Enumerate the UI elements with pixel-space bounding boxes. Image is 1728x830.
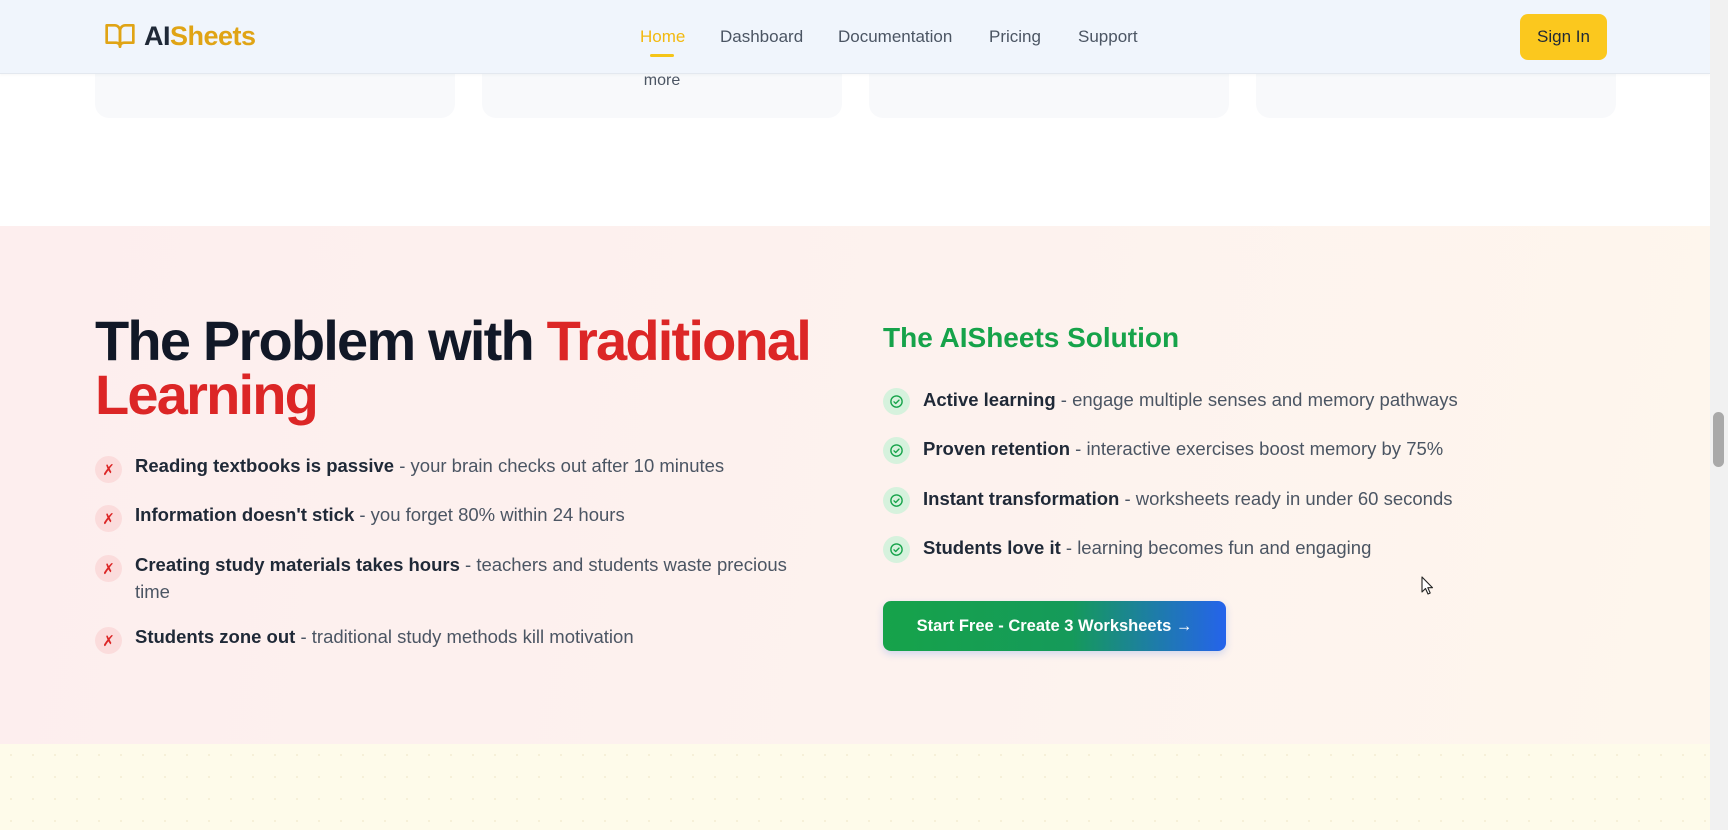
problem-item-bold: Creating study materials takes hours — [135, 554, 460, 575]
start-free-button[interactable]: Start Free - Create 3 Worksheets → — [883, 601, 1226, 651]
problem-item-text: Reading textbooks is passive - your brai… — [135, 452, 724, 483]
check-circle-icon — [883, 536, 910, 563]
logo-text-sheets: Sheets — [170, 20, 256, 51]
x-mark-icon: ✗ — [95, 505, 122, 532]
problem-solution-section: The Problem with Traditional Learning ✗ … — [0, 226, 1710, 744]
solution-item-text: Instant transformation - worksheets read… — [923, 485, 1453, 514]
logo[interactable]: AISheets — [104, 20, 256, 52]
nav-documentation[interactable]: Documentation — [838, 27, 952, 47]
problem-item-rest: - traditional study methods kill motivat… — [295, 626, 634, 647]
nav-active-indicator — [650, 54, 674, 57]
check-circle-icon — [883, 487, 910, 514]
solution-item-rest: - learning becomes fun and engaging — [1060, 537, 1372, 558]
solution-item-rest: - worksheets ready in under 60 seconds — [1119, 488, 1453, 509]
check-circle-icon — [883, 388, 910, 415]
logo-text-ai: AI — [144, 20, 171, 51]
problem-item-rest: - your brain checks out after 10 minutes — [394, 455, 725, 476]
problem-item: ✗ Creating study materials takes hours -… — [95, 551, 815, 605]
mouse-cursor-icon — [1421, 576, 1434, 595]
problem-item-text: Creating study materials takes hours - t… — [135, 551, 815, 605]
solution-item: Instant transformation - worksheets read… — [883, 485, 1583, 514]
problem-item-bold: Information doesn't stick — [135, 504, 355, 525]
x-mark-icon: ✗ — [95, 456, 122, 483]
problem-item: ✗ Students zone out - traditional study … — [95, 623, 815, 654]
solution-item-rest: - engage multiple senses and memory path… — [1055, 389, 1458, 410]
solution-title: The AISheets Solution — [883, 322, 1180, 353]
problem-item: ✗ Information doesn't stick - you forget… — [95, 501, 815, 532]
scrollbar-thumb[interactable] — [1713, 412, 1724, 467]
sign-in-button[interactable]: Sign In — [1520, 14, 1607, 60]
solution-item-text: Students love it - learning becomes fun … — [923, 534, 1371, 563]
problem-title: The Problem with Traditional Learning — [95, 313, 815, 423]
check-circle-icon — [883, 437, 910, 464]
x-mark-icon: ✗ — [95, 627, 122, 654]
problem-item-bold: Reading textbooks is passive — [135, 455, 395, 476]
nav-home[interactable]: Home — [640, 27, 685, 47]
page-scrollbar[interactable] — [1710, 0, 1728, 830]
solution-item-bold: Students love it — [923, 537, 1061, 558]
nav-support[interactable]: Support — [1078, 27, 1138, 47]
solution-item: Students love it - learning becomes fun … — [883, 534, 1583, 563]
solution-item: Proven retention - interactive exercises… — [883, 435, 1583, 464]
open-book-icon — [105, 24, 135, 48]
nav-pricing[interactable]: Pricing — [989, 27, 1041, 47]
solution-item-text: Proven retention - interactive exercises… — [923, 435, 1443, 464]
next-section-band — [0, 744, 1710, 830]
problem-item-bold: Students zone out — [135, 626, 296, 647]
solution-item-rest: - interactive exercises boost memory by … — [1070, 438, 1444, 459]
solution-item-text: Active learning - engage multiple senses… — [923, 386, 1458, 415]
solution-item-bold: Proven retention — [923, 438, 1070, 459]
problem-item-rest: - you forget 80% within 24 hours — [354, 504, 625, 525]
problem-item-text: Information doesn't stick - you forget 8… — [135, 501, 625, 532]
solution-item-bold: Instant transformation — [923, 488, 1120, 509]
logo-text: AISheets — [144, 21, 256, 52]
card-text-more: more — [643, 72, 681, 89]
problem-item: ✗ Reading textbooks is passive - your br… — [95, 452, 815, 483]
nav-dashboard[interactable]: Dashboard — [720, 27, 803, 47]
top-navbar: AISheets Home Dashboard Documentation Pr… — [0, 0, 1710, 74]
x-mark-icon: ✗ — [95, 555, 122, 582]
solution-item: Active learning - engage multiple senses… — [883, 386, 1583, 415]
solution-item-bold: Active learning — [923, 389, 1056, 410]
problem-item-text: Students zone out - traditional study me… — [135, 623, 634, 654]
